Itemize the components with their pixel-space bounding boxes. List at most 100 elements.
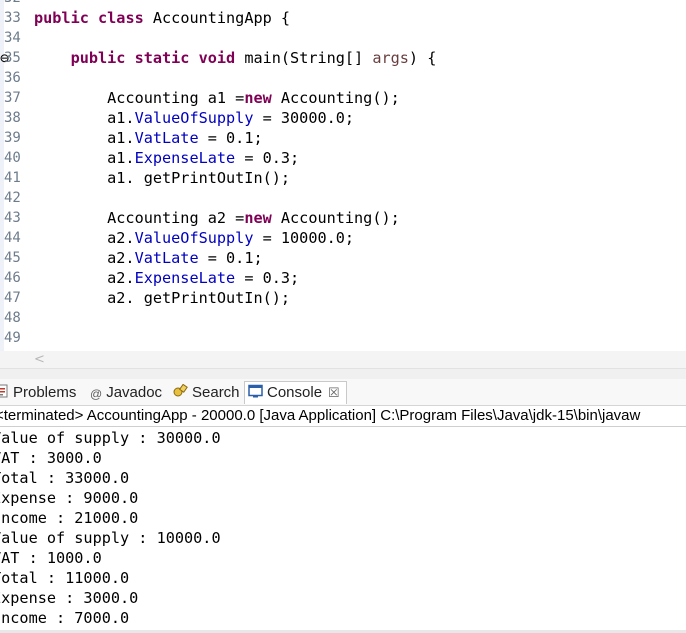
line-number: 36 [4, 70, 21, 86]
line-number: 32 [4, 0, 32, 8]
field-token: ExpenseLate [134, 149, 236, 167]
code-line: 49 [0, 328, 21, 348]
line-number: 34 [4, 30, 21, 46]
code-token: Accounting a2 = [34, 209, 245, 227]
code-token: = 10000.0; [253, 229, 355, 247]
console-output-line: Total : 11000.0 [0, 569, 130, 587]
field-token: VatLate [134, 129, 199, 147]
code-line: 46 a2.ExpenseLate = 0.3; [0, 268, 299, 288]
code-line: 47 a2. getPrintOutIn(); [0, 288, 290, 308]
code-token: ) { [408, 49, 437, 67]
keyword-token: public [34, 9, 99, 27]
console-output-line: Value of supply : 10000.0 [0, 529, 221, 547]
console-status-text: <terminated> AccountingApp - 20000.0 [Ja… [0, 407, 641, 424]
code-text: Accounting a1 =new Accounting(); [34, 88, 400, 108]
code-line: 32 [0, 0, 21, 8]
code-text: a1.VatLate = 0.1; [34, 128, 263, 148]
line-number: 43 [4, 210, 21, 226]
tab-javadoc-label: Javadoc [106, 384, 163, 401]
console-output-line: Income : 21000.0 [0, 509, 139, 527]
tab-search-label: Search [192, 384, 240, 401]
console-output-line: Total : 33000.0 [0, 469, 130, 487]
code-line: 44 a2.ValueOfSupply = 10000.0; [0, 228, 354, 248]
line-number: 41 [4, 170, 21, 186]
line-number: 38 [4, 110, 21, 126]
console-output-line: Income : 7000.0 [0, 609, 130, 627]
console-output-line: Value of supply : 30000.0 [0, 429, 221, 447]
tab-problems[interactable]: Problems [0, 382, 76, 404]
line-number: 39 [4, 130, 21, 146]
field-token: ExpenseLate [134, 269, 236, 287]
console-output[interactable]: Value of supply : 30000.0 VAT : 3000.0 Tot… [0, 428, 686, 628]
line-number: 48 [4, 310, 21, 326]
console-output-line: VAT : 3000.0 [0, 449, 102, 467]
code-text: public static void main(String[] args) { [34, 48, 437, 68]
line-number: 35 [4, 50, 21, 66]
code-token: = 0.3; [235, 149, 300, 167]
code-token: a2. [34, 229, 135, 247]
tab-console[interactable]: Console ☒ [244, 381, 347, 404]
code-token: = 0.1; [198, 129, 263, 147]
code-line: 42 [0, 188, 21, 208]
tab-search[interactable]: Search [172, 382, 240, 404]
code-line: 41 a1. getPrintOutIn(); [0, 168, 290, 188]
code-editor[interactable]: 32 33 public class AccountingApp { 34 35⊖ pu… [0, 0, 686, 351]
field-token: ValueOfSupply [134, 109, 254, 127]
code-line: 38 a1.ValueOfSupply = 30000.0; [0, 108, 354, 128]
code-line: 40 a1.ExpenseLate = 0.3; [0, 148, 299, 168]
problems-icon [0, 383, 9, 405]
line-number: 45 [4, 250, 21, 266]
code-token: Accounting a1 = [34, 89, 245, 107]
scroll-left-arrow-icon[interactable]: < [34, 351, 45, 368]
code-lines: 32 33 public class AccountingApp { 34 35⊖ pu… [0, 0, 436, 348]
code-token: Accounting(); [271, 209, 400, 227]
tab-javadoc[interactable]: @ Javadoc [90, 382, 162, 404]
code-line: 48 [0, 308, 21, 328]
code-line: 37 Accounting a1 =new Accounting(); [0, 88, 400, 108]
close-icon[interactable]: ☒ [328, 385, 340, 400]
code-token: a2. [34, 249, 135, 267]
keyword-token: static [134, 49, 199, 67]
code-token: main(String[] [244, 49, 373, 67]
line-number: 40 [4, 150, 21, 166]
code-line: 35 ⊖ public static void main(String[] arg… [0, 48, 436, 68]
code-token: a1. [34, 109, 135, 127]
keyword-token: void [198, 49, 245, 67]
code-text: public class AccountingApp { [34, 8, 290, 28]
code-text: a2.VatLate = 0.1; [34, 248, 262, 268]
code-line: 43 Accounting a2 =new Accounting(); [0, 208, 400, 228]
code-token: a1. getPrintOutIn(); [34, 169, 291, 187]
field-token: VatLate [134, 249, 199, 267]
console-output-line: Expense : 9000.0 [0, 489, 139, 507]
console-output-line: Expense : 3000.0 [0, 589, 139, 607]
tab-console-label: Console [267, 384, 323, 401]
code-token: a1. [34, 149, 135, 167]
code-text: a2.ExpenseLate = 0.3; [34, 268, 299, 288]
code-line: 45 a2.VatLate = 0.1; [0, 248, 263, 268]
keyword-token: class [98, 9, 153, 27]
code-line: 39 a1.VatLate = 0.1; [0, 128, 263, 148]
editor-horizontal-scrollbar[interactable]: < [0, 351, 686, 368]
line-number: 44 [4, 230, 21, 246]
view-divider[interactable] [0, 368, 686, 379]
keyword-token: new [244, 209, 272, 227]
code-text: a2.ValueOfSupply = 10000.0; [34, 228, 354, 248]
keyword-token: new [244, 89, 272, 107]
line-number: 37 [4, 90, 21, 106]
console-icon [248, 383, 263, 405]
code-text: a1.ValueOfSupply = 30000.0; [34, 108, 354, 128]
parameter-token: args [372, 49, 409, 67]
console-status: <terminated> AccountingApp - 20000.0 [Ja… [0, 406, 686, 427]
code-text: a2. getPrintOutIn(); [34, 288, 290, 308]
bottom-view-tabbar: Problems @ Javadoc Search Console ☒ [0, 379, 686, 406]
code-line: 34 [0, 28, 21, 48]
search-icon [172, 383, 188, 405]
field-token: ValueOfSupply [134, 229, 254, 247]
code-token: a2. getPrintOutIn(); [34, 289, 291, 307]
code-line: 33 public class AccountingApp { [0, 8, 290, 28]
code-token: a2. [34, 269, 135, 287]
code-text: a1.ExpenseLate = 0.3; [34, 148, 299, 168]
javadoc-icon: @ [90, 387, 103, 401]
code-line: 36 [0, 68, 21, 88]
